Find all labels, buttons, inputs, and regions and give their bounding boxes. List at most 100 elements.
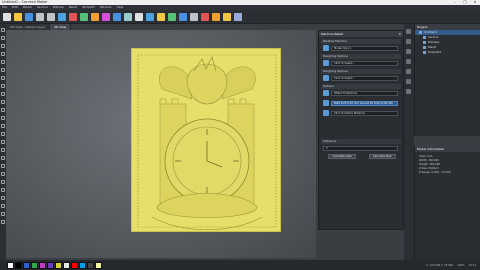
view-icon[interactable] [234,12,242,21]
dimension-icon[interactable] [1,172,5,176]
relief-shape-icon[interactable] [1,212,5,216]
node-edit-icon[interactable] [1,108,5,112]
guide-icon[interactable] [1,196,5,200]
colour-palette [6,261,102,269]
layer-icon[interactable] [124,12,132,21]
panel-header: Machine Relief ✕ [319,31,403,37]
colour-swatch[interactable] [47,261,54,269]
node-icon[interactable] [69,12,77,21]
pan-icon[interactable] [406,39,411,44]
section-field[interactable]: Click To Define Material... [331,110,398,116]
colour-swatch[interactable] [87,261,94,269]
smooth-icon[interactable] [146,12,154,21]
colour-swatch[interactable] [55,261,62,269]
rectangle-icon[interactable] [1,76,5,80]
simulate-icon[interactable] [179,12,187,21]
model-info-line: Z Range: 0.000 - 12.500 [419,171,451,174]
measure-icon[interactable] [1,164,5,168]
tolerance-row: 3 [321,144,401,152]
panel-close-icon[interactable]: ✕ [398,31,401,37]
render-icon[interactable] [201,12,209,21]
bitmap-icon[interactable] [91,12,99,21]
relief-model[interactable] [131,48,281,232]
panel-section: Roughing Options Click To Select... [321,54,401,67]
colour-swatch[interactable] [95,261,102,269]
model-info-lines: Units: mm Width: 150.000 Height: 184.000 Z … [415,152,480,175]
snap-icon[interactable] [1,180,5,184]
colour-swatch[interactable] [31,261,38,269]
panel-sections: Relative Machine Model (top) ▾ Roughing Op… [319,39,403,117]
sculpt-icon[interactable] [157,12,165,21]
tree-item[interactable]: Toolpaths [415,50,480,55]
panel-section: Options Offset To Machine [321,84,401,97]
text-icon[interactable] [1,100,5,104]
export-icon[interactable] [190,12,198,21]
colour-icon[interactable] [212,12,220,21]
trim-icon[interactable] [1,116,5,120]
colour-swatch[interactable] [23,261,30,269]
redo-icon[interactable] [47,12,55,21]
polyline-icon[interactable] [1,44,5,48]
shape-icon[interactable] [113,12,121,21]
ellipse-icon[interactable] [1,68,5,72]
panel-section: Built 0.25 9.52 mm Conoid Tol 0.05 (0.25… [321,99,401,107]
colour-swatch[interactable] [79,261,86,269]
panel-section: Relative Machine Model (top) ▾ [321,39,401,52]
align-icon[interactable] [1,140,5,144]
polygon-icon[interactable] [1,84,5,88]
weld-icon[interactable] [1,156,5,160]
machine-relief-panel: Machine Relief ✕ Relative Machine Model (… [318,30,404,230]
colour-swatch[interactable] [39,261,46,269]
colour-swatch[interactable] [71,261,78,269]
folder-icon [423,46,426,49]
main-toolbar [0,10,480,24]
zoom-icon[interactable] [406,29,411,34]
section-field[interactable]: Built 0.25 9.52 mm Conoid Tol 0.05 (0.25… [331,100,398,106]
select-icon[interactable] [1,28,5,32]
sculpt-icon[interactable] [1,220,5,224]
tool-icon [323,110,329,116]
new-icon[interactable] [3,12,11,21]
tree-item-label: Toolpaths [428,50,442,54]
colour-swatch[interactable] [7,261,14,269]
grid-icon[interactable] [1,188,5,192]
shading-icon[interactable] [406,79,411,84]
section-field[interactable]: Offset To Machine [331,90,398,96]
tolerance-field[interactable]: 3 [323,145,398,151]
undo-icon[interactable] [36,12,44,21]
tolerance-section: Tolerance 3 Calculate Later Calculate No… [321,139,401,160]
lighting-icon[interactable] [406,89,411,94]
rotate-icon[interactable] [406,49,411,54]
section-field[interactable]: Click To Select... [331,75,398,81]
open-icon[interactable] [14,12,22,21]
section-field[interactable]: Click To Select... [331,60,398,66]
save-icon[interactable] [25,12,33,21]
light-icon[interactable] [223,12,231,21]
section-row: Model (top) ▾ [321,44,401,52]
mirror-icon[interactable] [1,132,5,136]
star-icon[interactable] [1,92,5,96]
offset-icon[interactable] [1,124,5,128]
transform-icon[interactable] [80,12,88,21]
calculate-now-button[interactable]: Calculate Now [368,153,396,159]
panel-section: Click To Define Material... [321,109,401,117]
folder-icon [419,31,422,34]
fit-view-icon[interactable] [406,59,411,64]
toolpath-icon[interactable] [168,12,176,21]
bitmap-trace-icon[interactable] [1,204,5,208]
layers-icon[interactable] [406,69,411,74]
merge-icon[interactable] [135,12,143,21]
calculate-later-button[interactable]: Calculate Later [328,153,357,159]
line-icon[interactable] [1,36,5,40]
relief-icon[interactable] [102,12,110,21]
circle-icon[interactable] [1,60,5,64]
colour-swatch[interactable] [15,261,22,269]
group-icon[interactable] [1,148,5,152]
arc-icon[interactable] [1,52,5,56]
vector-icon[interactable] [58,12,66,21]
colour-swatch[interactable] [63,261,70,269]
section-field[interactable]: Model (top) ▾ [331,45,398,51]
folder-icon [423,36,426,39]
tool-icon [323,60,329,66]
panel-title: Machine Relief [321,32,343,36]
